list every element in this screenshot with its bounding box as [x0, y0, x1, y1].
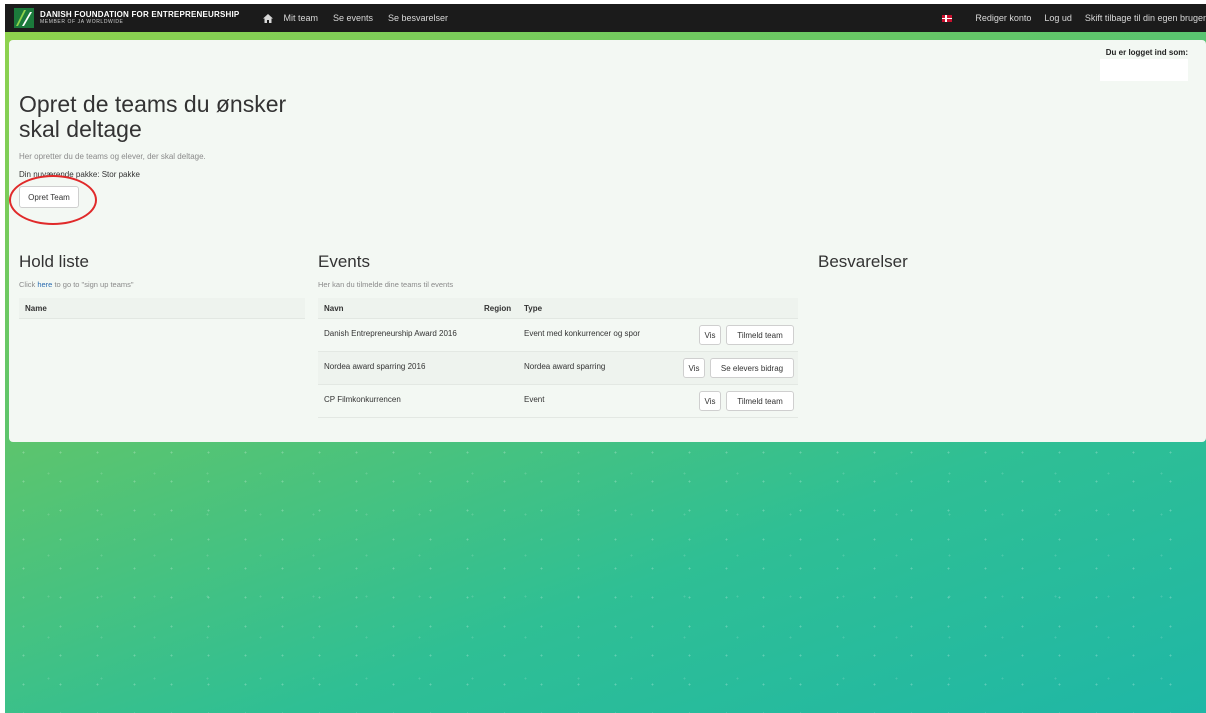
events-hint: Her kan du tilmelde dine teams til event…	[318, 280, 454, 289]
page-title: Opret de teams du ønsker skal deltage	[19, 91, 287, 142]
nav-mit-team[interactable]: Mit team	[283, 13, 318, 23]
events-table: Navn Region Type Danish Entrepreneurship…	[318, 298, 798, 418]
nav-switch-user[interactable]: Skift tilbage til din egen bruger	[1085, 13, 1206, 23]
nav-se-events[interactable]: Se events	[333, 13, 373, 23]
column-header-region: Region	[484, 303, 512, 313]
column-header-name: Name	[25, 303, 47, 313]
nav-log-ud[interactable]: Log ud	[1044, 13, 1072, 23]
brand-title: DANISH FOUNDATION FOR ENTREPRENEURSHIP	[40, 10, 240, 19]
besvarelser-title: Besvarelser	[818, 252, 908, 271]
row-actions: Vis Se elevers bidrag	[678, 358, 794, 378]
se-elevers-bidrag-button[interactable]: Se elevers bidrag	[710, 358, 794, 378]
main-panel: Du er logget ind som: Opret de teams du …	[9, 40, 1206, 442]
current-package: Din nuværende pakke: Stor pakke	[19, 170, 140, 179]
danish-flag-icon[interactable]	[942, 14, 953, 22]
table-row: CP Filmkonkurrencen Event Vis Tilmeld te…	[318, 385, 798, 418]
page-subtitle: Her opretter du de teams og elever, der …	[19, 152, 206, 161]
dffe-logo-icon	[14, 8, 34, 28]
home-icon[interactable]	[263, 13, 274, 23]
row-actions: Vis Tilmeld team	[694, 325, 794, 345]
hold-table-header: Name	[19, 298, 305, 319]
logged-in-user-box	[1100, 59, 1188, 81]
tilmeld-team-button[interactable]: Tilmeld team	[726, 325, 794, 345]
vis-button[interactable]: Vis	[683, 358, 705, 378]
logged-in-label: Du er logget ind som:	[1105, 48, 1188, 57]
events-title: Events	[318, 252, 370, 271]
column-header-navn: Navn	[324, 303, 344, 313]
table-row: Danish Entrepreneurship Award 2016 Event…	[318, 319, 798, 352]
column-header-type: Type	[524, 303, 543, 313]
event-type: Event med konkurrencer og spor	[524, 329, 641, 338]
row-actions: Vis Tilmeld team	[694, 391, 794, 411]
sign-up-teams-link[interactable]: here	[37, 280, 52, 289]
hold-hint-suffix: to go to "sign up teams"	[52, 280, 134, 289]
hold-table: Name	[19, 298, 305, 319]
top-navbar: DANISH FOUNDATION FOR ENTREPRENEURSHIP M…	[5, 4, 1206, 32]
event-type: Nordea award sparring	[524, 362, 606, 371]
nav-left: Mit team Se events Se besvarelser	[263, 13, 463, 23]
vis-button[interactable]: Vis	[699, 391, 721, 411]
brand[interactable]: DANISH FOUNDATION FOR ENTREPRENEURSHIP M…	[14, 8, 239, 28]
event-name: Nordea award sparring 2016	[324, 362, 426, 371]
table-row: Nordea award sparring 2016 Nordea award …	[318, 352, 798, 385]
nav-se-besvarelser[interactable]: Se besvarelser	[388, 13, 448, 23]
event-name: Danish Entrepreneurship Award 2016	[324, 329, 457, 338]
event-type: Event	[524, 395, 545, 404]
tilmeld-team-button[interactable]: Tilmeld team	[726, 391, 794, 411]
events-table-header: Navn Region Type	[318, 298, 798, 319]
hold-hint-prefix: Click	[19, 280, 38, 289]
vis-button[interactable]: Vis	[699, 325, 721, 345]
hold-liste-title: Hold liste	[19, 252, 89, 271]
event-name: CP Filmkonkurrencen	[324, 395, 401, 404]
hold-hint: Click here to go to "sign up teams"	[19, 280, 134, 289]
brand-text: DANISH FOUNDATION FOR ENTREPRENEURSHIP M…	[40, 11, 239, 25]
create-team-button[interactable]: Opret Team	[19, 186, 79, 208]
brand-subtitle: MEMBER OF JA WORLDWIDE	[40, 19, 124, 25]
nav-right: Rediger konto Log ud Skift tilbage til d…	[942, 13, 1206, 23]
nav-rediger-konto[interactable]: Rediger konto	[975, 13, 1031, 23]
